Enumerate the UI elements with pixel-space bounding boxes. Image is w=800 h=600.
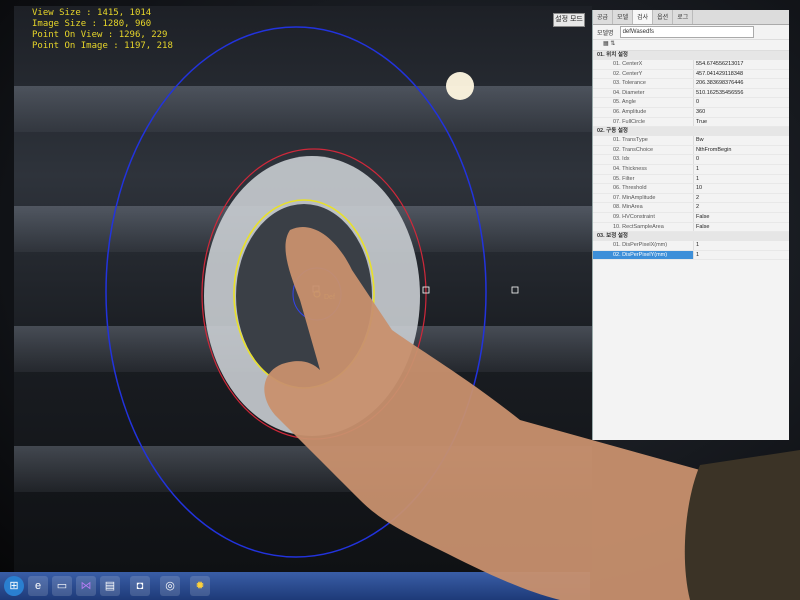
property-name: 01. CenterX	[613, 61, 643, 67]
property-name: 02. CenterY	[613, 70, 643, 77]
property-row[interactable]: 01. CenterX 554.674556213017	[593, 60, 789, 70]
property-value[interactable]: NthFromBegin	[693, 145, 731, 155]
property-row[interactable]: 06. Amplitude 360	[593, 107, 789, 118]
sort-toolbar: ▦ ⇅	[593, 40, 789, 51]
marker-label: Def	[324, 294, 335, 301]
property-panel: 공급 모델 검사 옵션 로그 모델명 defWasedfs ▦ ⇅ 01. 위치…	[592, 10, 789, 440]
property-row[interactable]: 02. CenterY 457.041429118348	[593, 69, 789, 80]
categorized-icon[interactable]: ▦	[603, 41, 609, 47]
target-app-icon[interactable]: ◎	[160, 576, 180, 596]
property-row[interactable]: 01. TransType Bw	[593, 136, 789, 146]
property-value[interactable]: 510.162535456556	[693, 88, 743, 98]
property-name: 01. DisPerPixelX(mm)	[613, 242, 668, 249]
property-row[interactable]: 02. TransChoice NthFromBegin	[593, 145, 789, 156]
property-value[interactable]: 1	[693, 164, 699, 174]
property-value[interactable]: False	[693, 222, 709, 232]
property-value[interactable]: False	[693, 212, 709, 222]
property-row[interactable]: 05. Filter 1	[593, 174, 789, 185]
object-select[interactable]: defWasedfs	[619, 26, 754, 38]
overlay-point-image: Point On Image : 1197, 218	[32, 41, 173, 51]
property-value[interactable]: Bw	[693, 136, 704, 145]
ie-icon[interactable]: e	[28, 576, 48, 596]
tab-log[interactable]: 로그	[673, 10, 694, 24]
handle-outer-right	[511, 286, 519, 294]
property-row[interactable]: 09. HVConstraint False	[593, 212, 789, 223]
property-value[interactable]: True	[693, 117, 707, 127]
sun-app-icon[interactable]: ✹	[190, 576, 210, 596]
start-orb-icon[interactable]: ⊞	[4, 576, 24, 596]
property-name: 06. Amplitude	[613, 108, 647, 115]
tab-supply[interactable]: 공급	[593, 10, 614, 24]
property-value[interactable]: 2	[693, 203, 699, 212]
property-value[interactable]: 1	[693, 174, 699, 184]
property-row[interactable]: 10. RectSampleArea False	[593, 222, 789, 233]
property-value[interactable]: 457.041429118348	[693, 69, 743, 79]
property-row[interactable]: 03. Idx 0	[593, 155, 789, 165]
property-name: 03. Idx	[613, 156, 630, 163]
property-grid: 01. 위치 설정 01. CenterX 554.674556213017 02. …	[593, 51, 789, 261]
property-value[interactable]: 1	[693, 241, 699, 250]
property-value[interactable]: 554.674556213017	[693, 60, 743, 69]
property-row[interactable]: 04. Diameter 510.162535456556	[593, 88, 789, 99]
property-value[interactable]: 2	[693, 193, 699, 203]
object-row: 모델명 defWasedfs	[593, 25, 789, 40]
property-name: 05. Angle	[613, 99, 636, 106]
property-name: 02. DisPerPixelY(mm)	[593, 250, 693, 260]
property-name: 05. Filter	[613, 175, 635, 182]
property-row[interactable]: 02. DisPerPixelY(mm) 1	[593, 250, 789, 261]
tab-model[interactable]: 모델	[613, 10, 634, 24]
property-category[interactable]: 01. 위치 설정	[593, 51, 789, 60]
object-label: 모델명	[597, 30, 614, 37]
property-name: 04. Diameter	[613, 89, 645, 96]
property-value[interactable]: 206.383698376446	[693, 79, 743, 88]
folder-icon[interactable]: ▭	[52, 576, 72, 596]
tab-options[interactable]: 옵션	[653, 10, 674, 24]
property-name: 01. TransType	[613, 137, 648, 144]
property-value[interactable]: 10	[693, 184, 702, 193]
property-category[interactable]: 03. 보정 설정	[593, 232, 789, 242]
property-row[interactable]: 01. DisPerPixelX(mm) 1	[593, 241, 789, 251]
property-name: 10. RectSampleArea	[613, 223, 664, 230]
property-name: 02. TransChoice	[613, 146, 654, 153]
property-category[interactable]: 02. 구동 설정	[593, 127, 789, 137]
overlay-image-size: Image Size : 1280, 960	[32, 19, 152, 29]
property-value[interactable]: 0	[693, 155, 699, 164]
visual-studio-icon[interactable]: ⋈	[76, 576, 96, 596]
overlay-view-size: View Size : 1415, 1014	[32, 8, 152, 18]
camera-view[interactable]: Def View Size : 1415, 1014 Image Size : …	[14, 6, 592, 572]
property-name: 09. HVConstraint	[613, 213, 655, 220]
vision-overlay: Def	[105, 26, 519, 558]
property-name: 03. Tolerance	[613, 80, 646, 87]
property-name: 08. MinArea	[613, 204, 643, 211]
panel-tabs: 공급 모델 검사 옵션 로그	[593, 10, 789, 25]
property-name: 06. Threshold	[613, 185, 647, 192]
property-value[interactable]: 1	[693, 250, 699, 260]
property-row[interactable]: 07. FullCircle True	[593, 117, 789, 128]
property-name: 07. FullCircle	[613, 118, 646, 125]
taskbar: ⊞ e ▭ ⋈ ▤ ◘ ◎ ✹	[0, 572, 590, 600]
inner-hole	[236, 204, 372, 388]
tab-inspect[interactable]: 검사	[633, 10, 654, 24]
property-name: 04. Thickness	[613, 165, 647, 172]
property-row[interactable]: 08. MinArea 2	[593, 203, 789, 213]
property-row[interactable]: 03. Tolerance 206.383698376446	[593, 79, 789, 89]
property-row[interactable]: 04. Thickness 1	[593, 164, 789, 175]
alphabetical-icon[interactable]: ⇅	[610, 41, 615, 47]
property-value[interactable]: 0	[693, 98, 699, 107]
property-name: 07. MinAmplitude	[613, 194, 656, 201]
property-row[interactable]: 06. Threshold 10	[593, 184, 789, 194]
mode-button[interactable]: 설정 모드	[553, 13, 585, 27]
glare-highlight	[446, 72, 474, 100]
property-value[interactable]: 360	[693, 107, 705, 117]
camera-app-icon[interactable]: ◘	[130, 576, 150, 596]
app-icon[interactable]: ▤	[100, 576, 120, 596]
property-row[interactable]: 05. Angle 0	[593, 98, 789, 108]
overlay-point-view: Point On View : 1296, 229	[32, 30, 168, 40]
property-row[interactable]: 07. MinAmplitude 2	[593, 193, 789, 204]
